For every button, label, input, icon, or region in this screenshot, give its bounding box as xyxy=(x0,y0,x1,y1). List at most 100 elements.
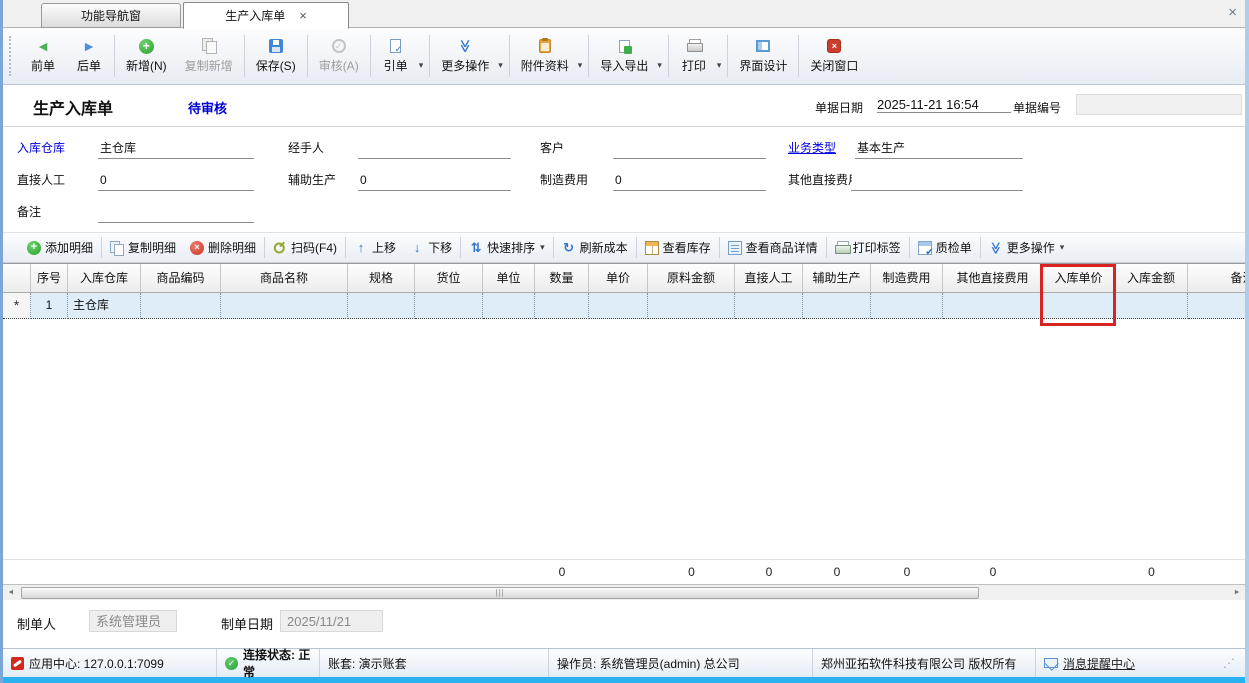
cell-price[interactable] xyxy=(589,293,648,319)
cell-spec[interactable] xyxy=(348,293,415,319)
remark-field[interactable] xyxy=(98,203,254,223)
col-product-name[interactable]: 商品名称 xyxy=(221,264,348,293)
message-center-link[interactable]: 消息提醒中心 xyxy=(1063,655,1135,672)
scan-button[interactable]: 扫码(F4) xyxy=(266,236,344,259)
quick-sort-button[interactable]: ⇅ 快速排序 ▾ xyxy=(462,236,552,259)
save-button[interactable]: 保存(S) xyxy=(247,30,305,82)
cell-unit[interactable] xyxy=(483,293,535,319)
grid-header-row: 序号 入库仓库 商品编码 商品名称 规格 货位 单位 数量 单价 原料金额 直接… xyxy=(3,264,1245,293)
biztype-label[interactable]: 业务类型 xyxy=(788,139,852,156)
scroll-left-icon[interactable]: ◄ xyxy=(3,589,19,596)
horizontal-scrollbar[interactable]: ◄ ||| ► xyxy=(3,584,1245,600)
window-close-icon[interactable]: × xyxy=(1228,4,1237,21)
col-seq[interactable]: 序号 xyxy=(31,264,68,293)
aux-production-label: 辅助生产 xyxy=(288,171,336,188)
print-label-button[interactable]: 打印标签 xyxy=(828,236,908,259)
import-export-dropdown-icon[interactable]: ▾ xyxy=(657,42,666,71)
direct-labor-field[interactable]: 0 xyxy=(98,171,254,191)
prev-doc-button[interactable]: ◄ 前单 xyxy=(20,30,66,82)
cell-product-name[interactable] xyxy=(221,293,348,319)
col-location[interactable]: 货位 xyxy=(415,264,483,293)
col-material-amount[interactable]: 原料金额 xyxy=(648,264,735,293)
col-unit[interactable]: 单位 xyxy=(483,264,535,293)
col-in-price[interactable]: 入库单价 xyxy=(1043,264,1115,293)
maker-row: 制单人 系统管理员 制单日期 2025/11/21 xyxy=(3,600,1245,648)
cell-in-price[interactable] xyxy=(1043,293,1115,319)
col-in-amount[interactable]: 入库金额 xyxy=(1115,264,1188,293)
attachments-button[interactable]: 附件资料 xyxy=(512,30,578,82)
grid-toolbar-separator xyxy=(345,237,346,258)
cell-qty[interactable] xyxy=(535,293,589,319)
toolbar-separator xyxy=(727,35,728,77)
pull-doc-button[interactable]: 引单 xyxy=(373,30,419,82)
col-warehouse[interactable]: 入库仓库 xyxy=(68,264,141,293)
total-in-amount: 0 xyxy=(1115,560,1188,586)
warehouse-field[interactable]: 主仓库 xyxy=(98,139,254,159)
col-aux-production[interactable]: 辅助生产 xyxy=(803,264,871,293)
more-actions-dropdown-icon[interactable]: ▾ xyxy=(498,42,507,71)
qc-doc-button[interactable]: 质检单 xyxy=(911,236,979,259)
col-other-direct-cost[interactable]: 其他直接费用 xyxy=(943,264,1043,293)
save-icon xyxy=(269,39,283,53)
new-button[interactable]: + 新增(N) xyxy=(117,30,176,82)
doc-date-field[interactable]: 2025-11-21 16:54 xyxy=(877,97,1011,113)
col-product-code[interactable]: 商品编码 xyxy=(141,264,221,293)
col-price[interactable]: 单价 xyxy=(589,264,648,293)
attachments-dropdown-icon[interactable]: ▾ xyxy=(578,42,587,71)
cell-direct-labor[interactable] xyxy=(735,293,803,319)
cell-other-direct-cost[interactable] xyxy=(943,293,1043,319)
move-down-button[interactable]: ↓ 下移 xyxy=(403,236,459,259)
status-app-center: 应用中心: 127.0.0.1:7099 xyxy=(3,649,217,677)
cell-aux-production[interactable] xyxy=(803,293,871,319)
cell-warehouse[interactable]: 主仓库 xyxy=(68,293,141,319)
print-dropdown-icon[interactable]: ▾ xyxy=(717,42,726,71)
cell-remark[interactable] xyxy=(1188,293,1245,319)
cell-location[interactable] xyxy=(415,293,483,319)
tab-production-inbound[interactable]: 生产入库单× xyxy=(183,2,349,29)
doc-no-field[interactable] xyxy=(1076,94,1242,115)
customer-field[interactable] xyxy=(613,139,766,159)
other-cost-field[interactable] xyxy=(851,171,1023,191)
add-icon: + xyxy=(27,241,41,255)
biztype-field[interactable]: 基本生产 xyxy=(855,139,1023,159)
cell-seq[interactable]: 1 xyxy=(31,293,68,319)
pull-dropdown-icon[interactable]: ▾ xyxy=(419,42,428,71)
scrollbar-thumb[interactable]: ||| xyxy=(21,587,979,599)
cell-product-code[interactable] xyxy=(141,293,221,319)
tab-close-icon[interactable]: × xyxy=(299,8,307,23)
add-detail-button[interactable]: + 添加明细 xyxy=(20,236,100,259)
cell-mfg-cost[interactable] xyxy=(871,293,943,319)
resize-grip-icon[interactable]: ⋰ xyxy=(1223,656,1237,670)
view-stock-button[interactable]: 查看库存 xyxy=(638,236,718,259)
ui-design-button[interactable]: 界面设计 xyxy=(730,30,796,82)
cell-in-amount[interactable] xyxy=(1115,293,1188,319)
other-cost-label: 其他直接费用 xyxy=(788,171,852,188)
next-doc-button[interactable]: ► 后单 xyxy=(66,30,112,82)
sort-icon: ⇅ xyxy=(469,241,483,255)
delete-detail-button[interactable]: × 删除明细 xyxy=(183,236,263,259)
mfg-cost-field[interactable]: 0 xyxy=(613,171,766,191)
close-window-button[interactable]: × 关闭窗口 xyxy=(801,30,867,82)
handler-field[interactable] xyxy=(358,139,511,159)
col-remark[interactable]: 备注 xyxy=(1188,264,1245,293)
more-actions-button[interactable]: ≫ 更多操作 xyxy=(432,30,498,82)
tab-function-nav[interactable]: 功能导航窗 xyxy=(41,3,181,28)
toolbar-drag-handle[interactable] xyxy=(9,36,16,76)
copy-detail-button[interactable]: 复制明细 xyxy=(103,236,183,259)
refresh-cost-button[interactable]: ↻ 刷新成本 xyxy=(555,236,635,259)
import-export-button[interactable]: 导入导出 xyxy=(591,30,657,82)
aux-production-field[interactable]: 0 xyxy=(358,171,511,191)
maker-label: 制单人 xyxy=(17,614,56,633)
move-up-button[interactable]: ↑ 上移 xyxy=(347,236,403,259)
view-product-detail-button[interactable]: 查看商品详情 xyxy=(721,236,825,259)
cell-material-amount[interactable] xyxy=(648,293,735,319)
table-row[interactable]: * 1 主仓库 xyxy=(3,293,1245,319)
grid-more-actions-button[interactable]: ≫ 更多操作 ▾ xyxy=(982,236,1072,259)
scroll-right-icon[interactable]: ► xyxy=(1229,589,1245,596)
print-button[interactable]: 打印 xyxy=(671,30,717,82)
quick-sort-dropdown-icon: ▾ xyxy=(540,242,545,253)
col-spec[interactable]: 规格 xyxy=(348,264,415,293)
col-mfg-cost[interactable]: 制造费用 xyxy=(871,264,943,293)
col-direct-labor[interactable]: 直接人工 xyxy=(735,264,803,293)
col-qty[interactable]: 数量 xyxy=(535,264,589,293)
